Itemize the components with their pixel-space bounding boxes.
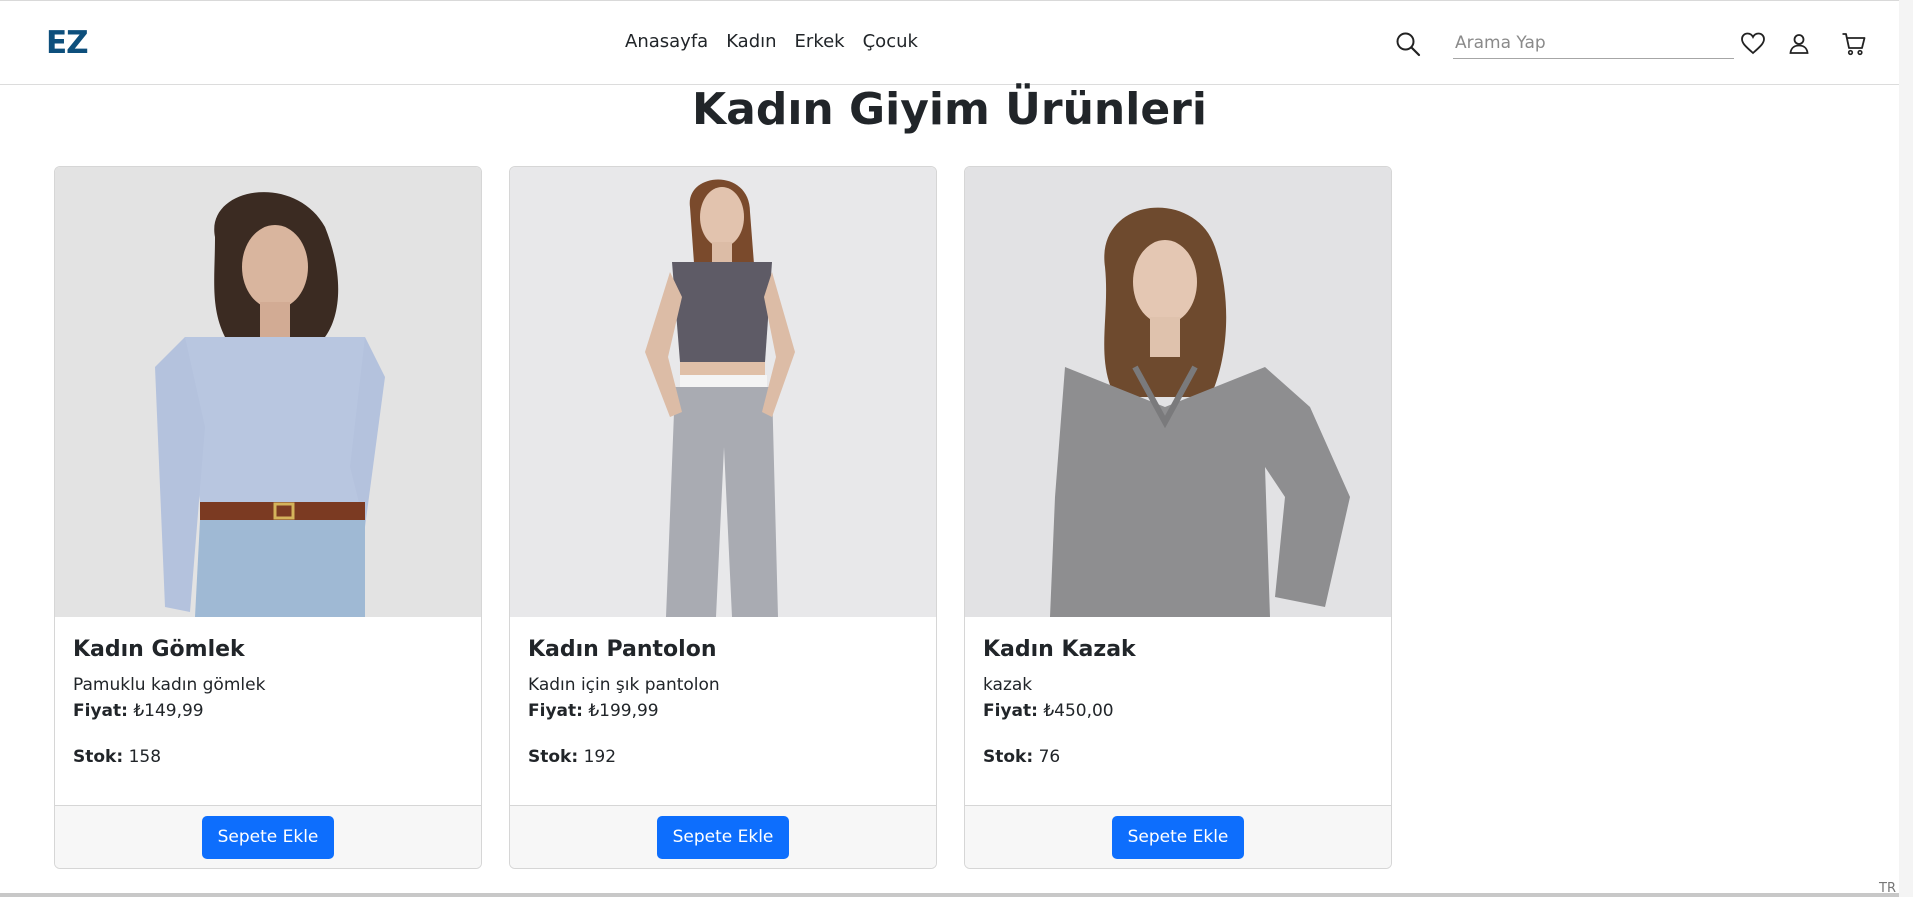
price-label: Fiyat: xyxy=(528,701,583,721)
product-price: Fiyat: ₺149,99 xyxy=(73,701,463,721)
product-description: Kadın için şık pantolon xyxy=(528,675,720,695)
search-icon[interactable] xyxy=(1395,31,1421,57)
product-info: Kadın Gömlek Pamuklu kadın gömlek Fiyat:… xyxy=(55,617,481,767)
price-value: ₺199,99 xyxy=(588,701,659,721)
main-nav: Anasayfa Kadın Erkek Çocuk xyxy=(625,31,918,52)
product-card: Kadın Kazak kazak Fiyat: ₺450,00 Stok: 7… xyxy=(964,166,1392,869)
horizontal-scrollbar[interactable] xyxy=(0,893,1899,897)
price-label: Fiyat: xyxy=(983,701,1038,721)
product-info: Kadın Pantolon Kadın için şık pantolon F… xyxy=(510,617,936,767)
product-stock: Stok: 158 xyxy=(73,747,463,767)
stock-label: Stok: xyxy=(73,747,124,767)
heart-icon[interactable] xyxy=(1740,31,1766,57)
stock-value: 158 xyxy=(128,747,162,767)
card-footer: Sepete Ekle xyxy=(510,805,936,868)
card-footer: Sepete Ekle xyxy=(55,805,481,868)
vertical-scrollbar[interactable] xyxy=(1899,0,1913,897)
product-card: Kadın Gömlek Pamuklu kadın gömlek Fiyat:… xyxy=(54,166,482,869)
top-navbar: EZ Anasayfa Kadın Erkek Çocuk xyxy=(0,0,1899,85)
add-to-cart-button[interactable]: Sepete Ekle xyxy=(201,815,335,859)
product-image[interactable] xyxy=(965,167,1391,617)
product-name: Kadın Gömlek xyxy=(73,637,245,662)
product-card: Kadın Pantolon Kadın için şık pantolon F… xyxy=(509,166,937,869)
product-name: Kadın Pantolon xyxy=(528,637,717,662)
product-image[interactable] xyxy=(510,167,936,617)
cart-icon[interactable] xyxy=(1841,31,1867,57)
nav-link-cocuk[interactable]: Çocuk xyxy=(863,31,918,52)
price-value: ₺149,99 xyxy=(133,701,204,721)
user-icon[interactable] xyxy=(1786,31,1812,57)
product-info: Kadın Kazak kazak Fiyat: ₺450,00 Stok: 7… xyxy=(965,617,1391,767)
card-footer: Sepete Ekle xyxy=(965,805,1391,868)
product-stock: Stok: 76 xyxy=(983,747,1373,767)
product-description: Pamuklu kadın gömlek xyxy=(73,675,266,695)
search-input[interactable] xyxy=(1453,27,1734,59)
product-image[interactable] xyxy=(55,167,481,617)
product-name: Kadın Kazak xyxy=(983,637,1136,662)
product-description: kazak xyxy=(983,675,1033,695)
brand-logo[interactable]: EZ xyxy=(46,25,89,61)
price-label: Fiyat: xyxy=(73,701,128,721)
product-stock: Stok: 192 xyxy=(528,747,918,767)
stock-value: 76 xyxy=(1038,747,1061,767)
product-price: Fiyat: ₺450,00 xyxy=(983,701,1373,721)
add-to-cart-button[interactable]: Sepete Ekle xyxy=(1111,815,1245,859)
stock-value: 192 xyxy=(583,747,617,767)
language-indicator: TR xyxy=(1879,881,1896,896)
nav-link-kadin[interactable]: Kadın xyxy=(726,31,776,52)
stock-label: Stok: xyxy=(983,747,1034,767)
product-grid: Kadın Gömlek Pamuklu kadın gömlek Fiyat:… xyxy=(54,166,1392,869)
nav-link-anasayfa[interactable]: Anasayfa xyxy=(625,31,708,52)
nav-link-erkek[interactable]: Erkek xyxy=(795,31,845,52)
page-title: Kadın Giyim Ürünleri xyxy=(692,84,1207,135)
add-to-cart-button[interactable]: Sepete Ekle xyxy=(656,815,790,859)
product-price: Fiyat: ₺199,99 xyxy=(528,701,918,721)
stock-label: Stok: xyxy=(528,747,579,767)
price-value: ₺450,00 xyxy=(1043,701,1114,721)
